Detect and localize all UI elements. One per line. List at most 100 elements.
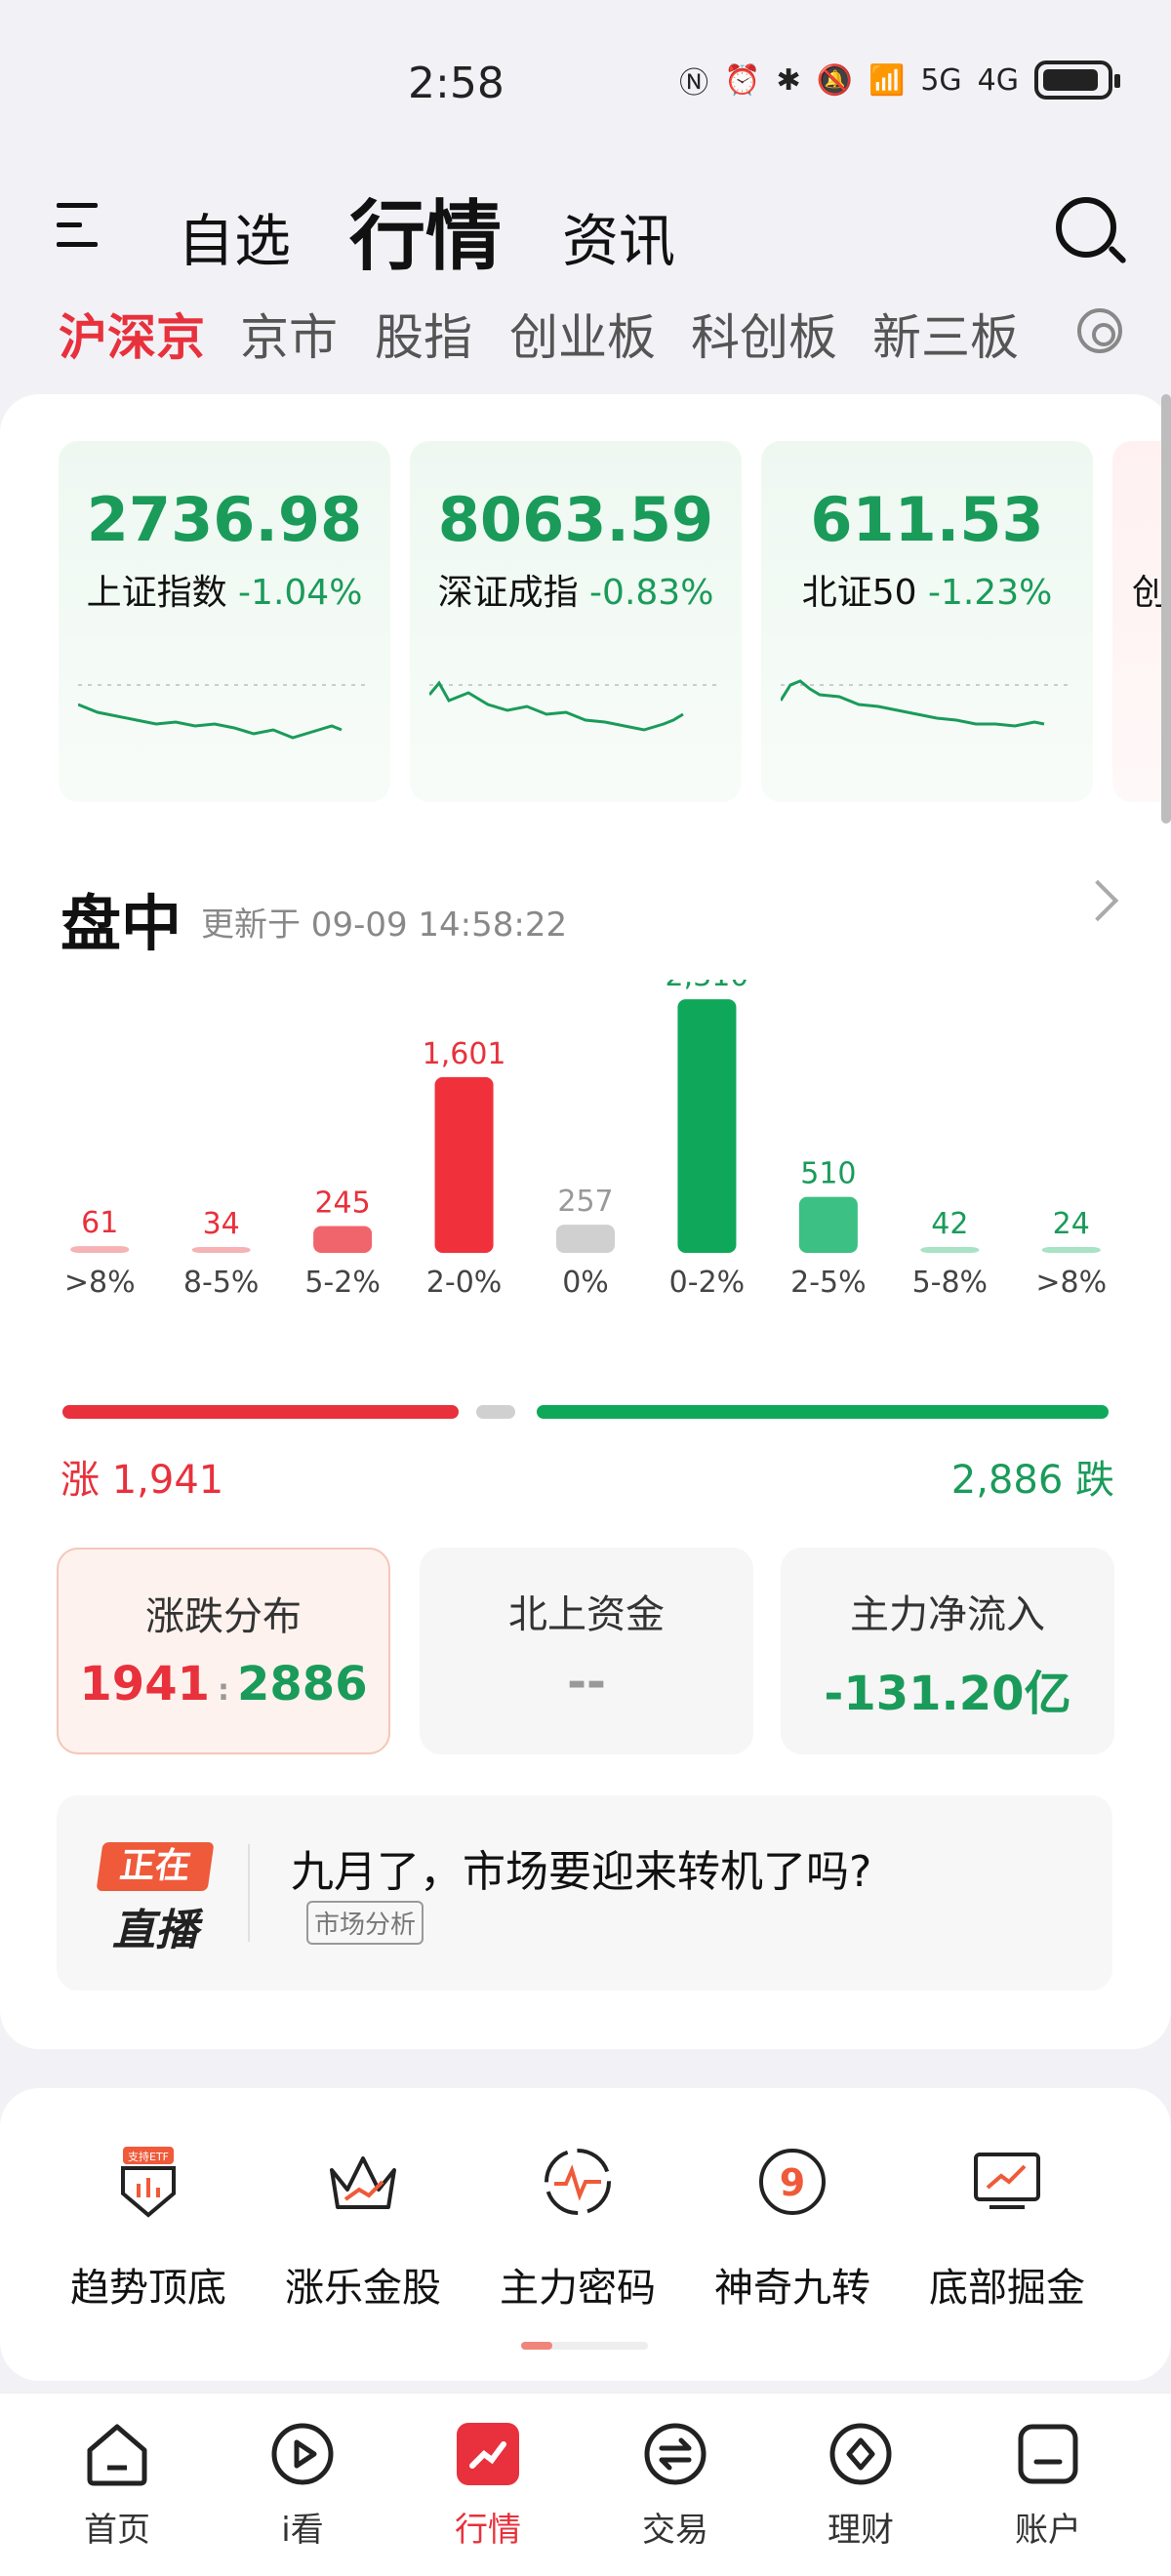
trend-shield-icon: 支持ETF bbox=[109, 2143, 187, 2221]
bar-value-label: 2,310 bbox=[665, 980, 748, 993]
bar-value-label: 245 bbox=[314, 1186, 370, 1220]
top-nav: 自选 行情 资讯 bbox=[0, 176, 1171, 283]
index-card-bj50[interactable]: 611.53 北证50 -1.23% bbox=[761, 441, 1093, 802]
bar-8 bbox=[1041, 1247, 1101, 1253]
tabbar-trade[interactable]: 交易 bbox=[597, 2419, 753, 2551]
stat-label: 涨跌分布 bbox=[145, 1594, 302, 1639]
trade-icon bbox=[640, 2419, 710, 2489]
bar-value-label: 24 bbox=[1053, 1207, 1090, 1241]
bar-value-label: 1,601 bbox=[423, 1037, 506, 1071]
tools-card: 支持ETF 趋势顶底 涨乐金股 主力密码 9 神奇九转 底部掘金 bbox=[0, 2088, 1171, 2381]
tabbar-label: 首页 bbox=[84, 2511, 150, 2550]
svg-text:支持ETF: 支持ETF bbox=[128, 2150, 169, 2163]
alarm-icon: ⏰ bbox=[724, 62, 761, 98]
bar-value-label: 510 bbox=[800, 1157, 856, 1191]
tool-main-code[interactable]: 主力密码 bbox=[470, 2143, 685, 2313]
market-tab-hsj[interactable]: 沪深京 bbox=[59, 299, 205, 369]
tabbar-market[interactable]: 行情 bbox=[410, 2419, 566, 2551]
index-name: 深证成指 -0.83% bbox=[437, 573, 714, 613]
index-name: 上证指数 -1.04% bbox=[86, 573, 363, 613]
bar-2 bbox=[313, 1226, 373, 1253]
bar-5 bbox=[677, 999, 737, 1253]
bluetooth-icon: ✱ bbox=[776, 62, 801, 98]
index-card-sh[interactable]: 2736.98 上证指数 -1.04% bbox=[59, 441, 390, 802]
market-tab-neeq[interactable]: 新三板 bbox=[872, 299, 1019, 369]
index-name: 北证50 -1.23% bbox=[801, 573, 1053, 613]
bar-value-label: 34 bbox=[203, 1207, 240, 1241]
mute-icon: 🔕 bbox=[816, 62, 853, 98]
market-tab-star[interactable]: 科创板 bbox=[691, 299, 837, 369]
battery-icon bbox=[1034, 60, 1120, 100]
stat-label: 北上资金 bbox=[508, 1592, 665, 1637]
live-badge: 正在 直播 bbox=[96, 1842, 215, 1955]
tab-news[interactable]: 资讯 bbox=[562, 195, 675, 277]
nfc-icon: Ⓝ bbox=[679, 66, 709, 101]
tool-magic-nine[interactable]: 9 神奇九转 bbox=[685, 2143, 900, 2313]
status-time: 2:58 bbox=[408, 59, 505, 108]
bar-category-label: >8% bbox=[64, 1266, 136, 1300]
section-title: 盘中 bbox=[61, 888, 182, 959]
down-proportion-bar bbox=[537, 1405, 1109, 1419]
tabbar-label: 行情 bbox=[455, 2511, 521, 2550]
update-time: 更新于 09-09 14:58:22 bbox=[201, 906, 568, 945]
status-icons: Ⓝ ⏰ ✱ 🔕 📶 5G 4G bbox=[679, 59, 1120, 101]
market-tab-chinext[interactable]: 创业板 bbox=[509, 299, 656, 369]
4g-signal-icon: 4G bbox=[977, 62, 1019, 98]
scrollbar[interactable] bbox=[1161, 394, 1171, 824]
live-title: 九月了，市场要迎来转机了吗? bbox=[291, 1847, 872, 1897]
tabbar-wealth[interactable]: 理财 bbox=[783, 2419, 939, 2551]
stat-distribution[interactable]: 涨跌分布 1941:2886 bbox=[57, 1548, 390, 1754]
home-icon bbox=[82, 2419, 152, 2489]
pulse-circle-icon bbox=[539, 2143, 617, 2221]
bar-value-label: 257 bbox=[557, 1185, 613, 1219]
tool-label: 底部掘金 bbox=[929, 2266, 1085, 2311]
bar-4 bbox=[556, 1225, 615, 1253]
diamond-icon bbox=[826, 2419, 896, 2489]
stat-label: 主力净流入 bbox=[850, 1592, 1045, 1637]
tool-label: 涨乐金股 bbox=[285, 2266, 441, 2311]
bar-category-label: 5-2% bbox=[304, 1266, 381, 1300]
live-stream-banner[interactable]: 正在 直播 九月了，市场要迎来转机了吗? 市场分析 bbox=[57, 1795, 1112, 1991]
chevron-right-icon[interactable] bbox=[1076, 879, 1119, 922]
stat-main-inflow[interactable]: 主力净流入 -131.20亿 bbox=[781, 1548, 1114, 1754]
tool-gold-stock[interactable]: 涨乐金股 bbox=[256, 2143, 470, 2313]
tab-market[interactable]: 行情 bbox=[349, 176, 502, 285]
bar-category-label: 0-2% bbox=[669, 1266, 746, 1300]
market-tabs: 沪深京 京市 股指 创业板 科创板 新三板 bbox=[0, 293, 1171, 371]
index-card-sz[interactable]: 8063.59 深证成指 -0.83% bbox=[410, 441, 742, 802]
nine-circle-icon: 9 bbox=[753, 2143, 831, 2221]
market-tab-index[interactable]: 股指 bbox=[375, 299, 472, 369]
index-sparkline bbox=[78, 684, 371, 740]
5g-signal-icon: 5G bbox=[920, 62, 962, 98]
tabbar-label: 理财 bbox=[828, 2511, 894, 2550]
page-indicator bbox=[521, 2342, 648, 2350]
tool-trend[interactable]: 支持ETF 趋势顶底 bbox=[41, 2143, 256, 2313]
tool-bottom-gold[interactable]: 底部掘金 bbox=[900, 2143, 1114, 2313]
bar-value-label: 42 bbox=[931, 1207, 968, 1241]
market-tab-bj[interactable]: 京市 bbox=[240, 299, 338, 369]
tabbar-home[interactable]: 首页 bbox=[39, 2419, 195, 2551]
bar-category-label: 2-0% bbox=[426, 1266, 503, 1300]
tabbar-account[interactable]: 账户 bbox=[970, 2419, 1126, 2551]
status-bar: 2:58 Ⓝ ⏰ ✱ 🔕 📶 5G 4G bbox=[0, 0, 1171, 166]
distribution-bar-chart: 61 >8% 34 8-5% 245 5-2% 1,601 2-0% 257 0% 2,310 0-2… bbox=[64, 980, 1107, 1300]
play-icon bbox=[267, 2419, 338, 2489]
stat-value: 1941:2886 bbox=[79, 1657, 368, 1711]
tabbar-watch[interactable]: i看 bbox=[224, 2419, 381, 2551]
tool-label: 神奇九转 bbox=[714, 2266, 870, 2311]
tab-watchlist[interactable]: 自选 bbox=[178, 195, 291, 277]
bar-0 bbox=[70, 1246, 130, 1253]
wifi-icon: 📶 bbox=[868, 62, 906, 98]
index-sparkline bbox=[429, 680, 722, 732]
settings-icon[interactable] bbox=[1077, 308, 1122, 353]
menu-icon[interactable] bbox=[57, 203, 98, 252]
bar-category-label: >8% bbox=[1035, 1266, 1107, 1300]
stat-value: -- bbox=[567, 1655, 606, 1710]
index-value: 611.53 bbox=[810, 484, 1044, 555]
bar-category-label: 2-5% bbox=[790, 1266, 867, 1300]
search-icon[interactable] bbox=[1056, 197, 1116, 258]
tabbar-label: 交易 bbox=[642, 2511, 708, 2550]
market-overview-card: 2736.98 上证指数 -1.04% 8063.59 深证成指 -0.83% … bbox=[0, 394, 1171, 2049]
down-count: 2,886 跌 bbox=[950, 1458, 1114, 1503]
stat-northbound[interactable]: 北上资金 -- bbox=[420, 1548, 753, 1754]
